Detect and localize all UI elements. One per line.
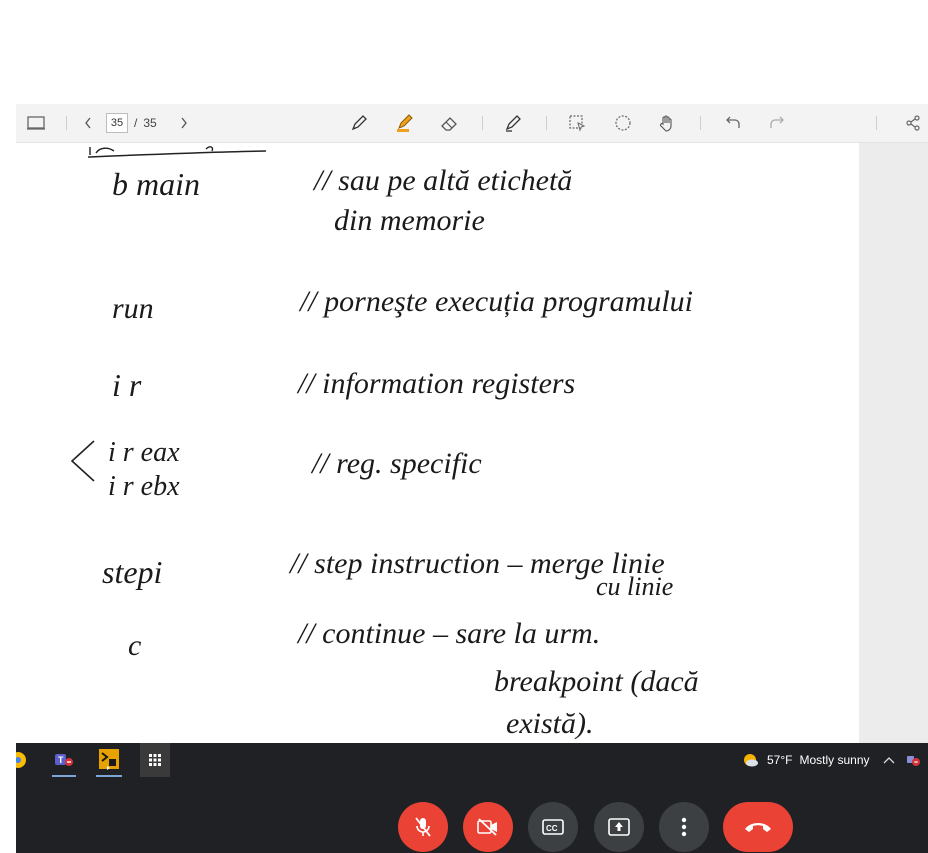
weather-condition: Mostly sunny	[799, 753, 870, 767]
weather-widget[interactable]: 57°F Mostly sunny	[742, 743, 870, 777]
closed-captions-icon: CC	[542, 819, 564, 835]
page-number-input[interactable]: 35	[106, 113, 128, 133]
note-comment-continue: // continue – sare la urm.	[296, 617, 600, 650]
highlighter-icon[interactable]	[390, 104, 420, 142]
next-page-icon[interactable]	[176, 104, 192, 142]
camera-off-icon	[477, 818, 497, 836]
note-comment-b-main: // sau pe altă etichetă	[312, 164, 572, 197]
toolbar-divider	[482, 116, 483, 130]
note-comment-reg-specific: // reg. specific	[310, 447, 482, 480]
redo-icon[interactable]	[762, 104, 792, 142]
draw-pen-icon[interactable]	[344, 104, 374, 142]
note-cmd-c: c	[128, 629, 141, 662]
note-cmd-ir-ebx: i r ebx	[108, 471, 180, 502]
toolbar-divider	[546, 116, 547, 130]
weather-temperature: 57°F	[767, 753, 793, 767]
pdf-page: b main // sau pe altă etichetă din memor…	[16, 143, 859, 743]
toolbar-divider	[876, 116, 877, 130]
note-cmd-ir: i r	[112, 367, 142, 403]
hang-up-icon	[745, 823, 771, 832]
note-comment-run: // porneşte execuția programului	[298, 285, 693, 318]
camera-off-button[interactable]	[463, 802, 513, 852]
total-pages: 35	[143, 116, 157, 130]
toolbar-divider	[66, 116, 67, 130]
lasso-select-icon[interactable]	[608, 104, 638, 142]
pan-hand-icon[interactable]	[652, 104, 682, 142]
pdf-toolbar: 35 / 35	[16, 104, 928, 143]
sun-cloud-icon	[744, 754, 758, 767]
chrome-icon[interactable]	[16, 743, 28, 777]
note-cmd-run: run	[112, 292, 154, 325]
app-grid-icon[interactable]	[140, 743, 170, 777]
handwritten-notes: b main // sau pe altă etichetă din memor…	[70, 146, 699, 740]
svg-text:CC: CC	[546, 824, 558, 833]
note-comment2-b-main: din memorie	[334, 204, 485, 237]
teams-icon[interactable]: T	[52, 743, 76, 777]
page-count: / 35	[134, 104, 163, 142]
more-options-button[interactable]	[659, 802, 709, 852]
svg-text:T: T	[58, 755, 64, 765]
terminal-app-icon[interactable]	[96, 743, 122, 777]
teams-notification-icon[interactable]	[904, 743, 922, 777]
note-cmd-ir-eax: i r eax	[108, 437, 180, 468]
present-screen-button[interactable]	[594, 802, 644, 852]
add-text-pen-icon[interactable]	[498, 104, 528, 142]
more-vert-icon	[681, 817, 687, 837]
end-call-button[interactable]	[723, 802, 793, 852]
select-region-icon[interactable]	[562, 104, 592, 142]
mic-off-icon	[415, 817, 431, 837]
reading-view-icon[interactable]	[22, 104, 50, 142]
previous-page-icon[interactable]	[80, 104, 96, 142]
toolbar-divider	[700, 116, 701, 130]
chevron-up-icon[interactable]	[882, 743, 896, 777]
page-separator: /	[134, 116, 138, 130]
taskbar: T 57°F Mostly sunny	[16, 743, 928, 777]
eraser-icon[interactable]	[434, 104, 464, 142]
undo-icon[interactable]	[718, 104, 748, 142]
note-comment2-continue: breakpoint (dacă	[494, 665, 699, 698]
note-cmd-b-main: b main	[112, 166, 200, 202]
note-cmd-stepi: stepi	[102, 554, 162, 590]
share-icon[interactable]	[898, 104, 928, 142]
note-comment3-continue: există).	[506, 707, 593, 740]
present-icon	[608, 818, 630, 836]
note-comment-ir: // information registers	[296, 367, 575, 400]
note-comment2-stepi: cu linie	[596, 572, 673, 601]
meeting-controls: CC	[16, 777, 928, 853]
captions-button[interactable]: CC	[528, 802, 578, 852]
mic-off-button[interactable]	[398, 802, 448, 852]
